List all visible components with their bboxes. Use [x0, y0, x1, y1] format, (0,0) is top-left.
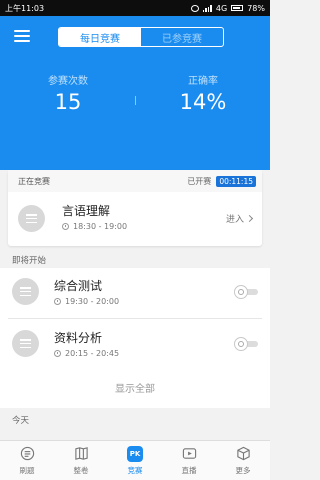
- upcoming-item-title: 资料分析: [54, 331, 103, 345]
- contest-list-icon: [18, 205, 45, 232]
- status-icons: 4G 78%: [190, 3, 265, 13]
- alarm-clock-icon: [234, 285, 248, 299]
- row-divider: [8, 318, 262, 319]
- stat-divider: [135, 96, 136, 105]
- battery-icon: [231, 5, 244, 11]
- tab-live-label: 直播: [181, 465, 197, 475]
- reminder-toggle[interactable]: [234, 337, 258, 351]
- started-label: 已开赛: [187, 176, 212, 186]
- clock-icon: [62, 223, 69, 230]
- enter-button[interactable]: 进入: [225, 212, 254, 225]
- current-section-title: 正在竞赛: [18, 176, 50, 186]
- play-icon: [181, 446, 197, 462]
- stat-participation: 参赛次数 15: [8, 72, 128, 114]
- tab-contest-label: 竞赛: [127, 465, 143, 475]
- tab-live[interactable]: 直播: [162, 441, 216, 480]
- upcoming-item-title: 综合测试: [54, 279, 103, 293]
- header: 每日竞赛 已参竞赛 参赛次数 15 正确率 14%: [0, 16, 270, 170]
- upcoming-item-time: 19:30 - 20:00: [54, 297, 119, 306]
- stat-accuracy: 正确率 14%: [143, 72, 263, 114]
- alarm-icon: [190, 4, 199, 12]
- clock-icon: [54, 298, 61, 305]
- upcoming-section-title: 即将开始: [12, 256, 47, 266]
- tab-more[interactable]: 更多: [216, 441, 270, 480]
- stat-accuracy-label: 正确率: [188, 76, 218, 87]
- today-section-title: 今天: [12, 416, 30, 426]
- current-contest-time: 18:30 - 19:00: [62, 222, 127, 231]
- current-contest-title: 言语理解: [62, 204, 111, 218]
- reminder-toggle[interactable]: [234, 285, 258, 299]
- status-time: 上午11:03: [5, 3, 45, 13]
- contest-timer: 00:11:15: [216, 175, 256, 187]
- tab-joined-contests[interactable]: 已参竞赛: [141, 28, 223, 46]
- tab-daily-contest[interactable]: 每日竞赛: [59, 28, 141, 46]
- tab-more-label: 更多: [235, 465, 251, 475]
- tab-papers[interactable]: 整卷: [54, 441, 108, 480]
- tab-contest[interactable]: PK 竞赛: [108, 441, 162, 480]
- upcoming-item-time-text: 20:15 - 20:45: [65, 349, 120, 358]
- current-contest-row[interactable]: 言语理解 18:30 - 19:00 进入: [8, 192, 262, 246]
- network-type: 4G: [215, 3, 228, 13]
- enter-label: 进入: [225, 215, 244, 225]
- box-icon: [235, 446, 251, 462]
- contest-list-icon: [12, 330, 39, 357]
- contest-tabs: 每日竞赛 已参竞赛: [58, 27, 224, 47]
- tab-papers-label: 整卷: [73, 465, 89, 475]
- battery-level: 78%: [247, 3, 265, 13]
- current-contest-header: 正在竞赛 已开赛 00:11:15: [8, 170, 262, 192]
- signal-icon: [202, 4, 212, 12]
- status-bar: 上午11:03 4G 78%: [0, 0, 270, 16]
- pk-icon: PK: [127, 445, 143, 462]
- stat-participation-label: 参赛次数: [48, 76, 88, 87]
- stat-participation-value: 15: [54, 90, 82, 114]
- upcoming-item-time: 20:15 - 20:45: [54, 349, 119, 358]
- upcoming-list: 综合测试 19:30 - 20:00 资料分析 20:15 - 20:45 显示…: [0, 268, 270, 408]
- clock-icon: [54, 350, 61, 357]
- contest-list-icon: [12, 278, 39, 305]
- current-contest-card: 正在竞赛 已开赛 00:11:15 言语理解 18:30 - 19:00 进入: [8, 170, 262, 246]
- show-all-button[interactable]: 显示全部: [0, 380, 270, 395]
- chevron-right-icon: [245, 214, 254, 223]
- map-icon: [73, 446, 89, 462]
- stat-accuracy-value: 14%: [179, 90, 227, 114]
- list-item[interactable]: 综合测试 19:30 - 20:00: [0, 268, 270, 316]
- list-item[interactable]: 资料分析 20:15 - 20:45: [0, 320, 270, 368]
- list-icon: [19, 446, 35, 462]
- tab-practice-label: 刷题: [19, 465, 35, 475]
- current-contest-time-text: 18:30 - 19:00: [73, 222, 128, 231]
- upcoming-item-time-text: 19:30 - 20:00: [65, 297, 120, 306]
- menu-icon[interactable]: [14, 30, 30, 42]
- alarm-clock-icon: [234, 337, 248, 351]
- tab-practice[interactable]: 刷题: [0, 441, 54, 480]
- bottom-tab-bar: 刷题 整卷 PK 竞赛 直播 更多: [0, 440, 270, 480]
